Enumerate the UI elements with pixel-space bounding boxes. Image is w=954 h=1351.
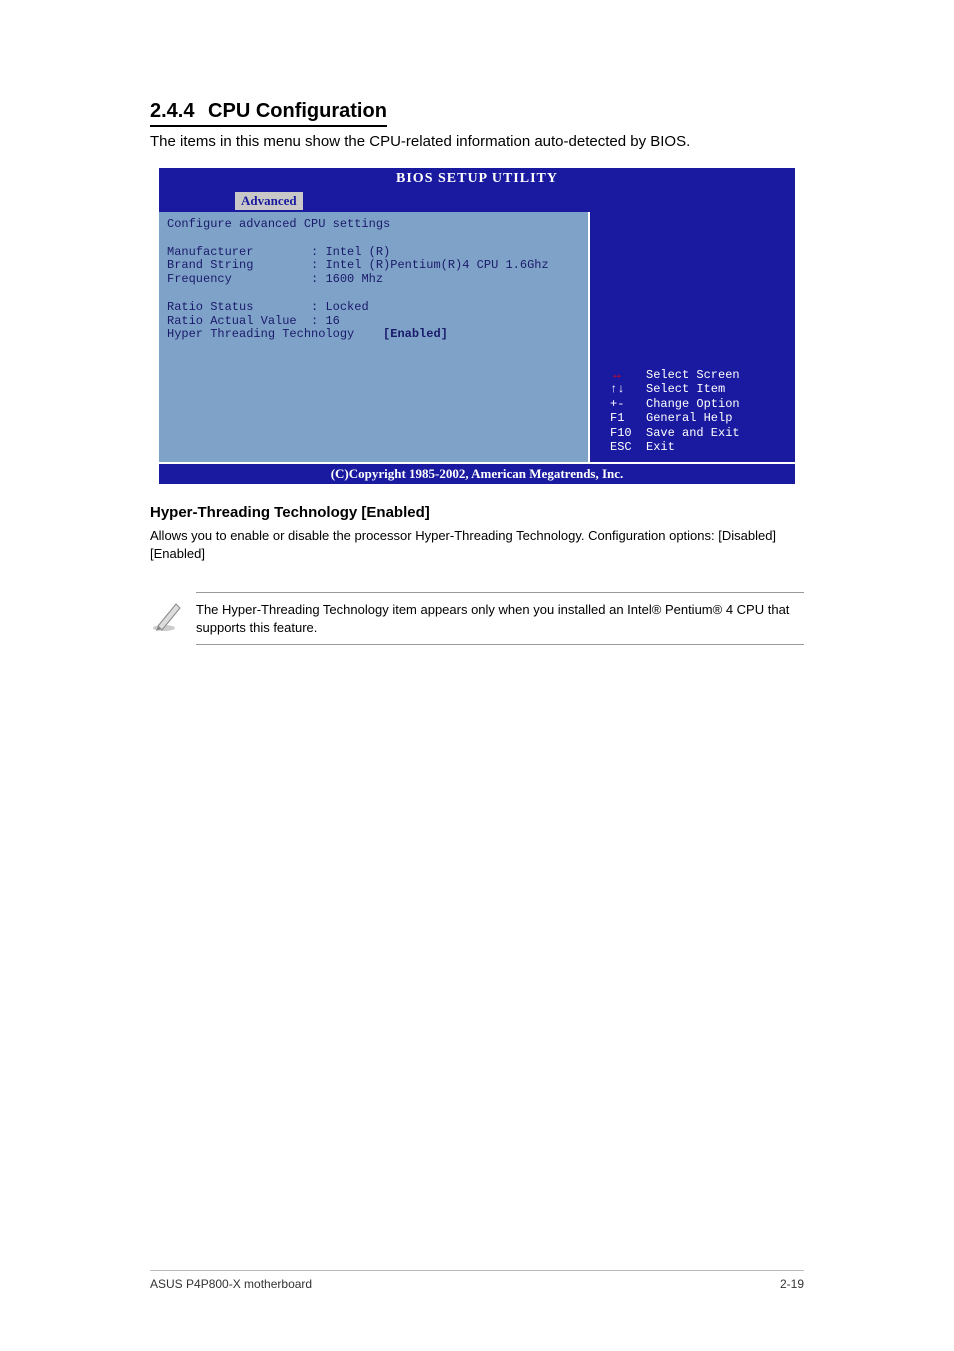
bios-nav-exit: Exit [646,440,675,454]
bios-ratio-status-value: Locked [325,300,368,314]
bios-ratio-actual-label: Ratio Actual Value [167,314,297,328]
note-block: The Hyper-Threading Technology item appe… [150,592,804,653]
bios-nav-change-key: +- [610,397,646,411]
bios-manufacturer-label: Manufacturer [167,245,253,259]
bios-manufacturer-value: Intel (R) [325,245,390,259]
bios-footer: (C)Copyright 1985-2002, American Megatre… [159,464,795,484]
bios-ratio-actual-value: 16 [325,314,339,328]
footer-right: 2-19 [780,1277,804,1291]
bios-brand-label: Brand String [167,258,253,272]
arrow-left-right-icon: ↔ [610,368,624,382]
bios-brand-value: Intel (R)Pentium(R)4 CPU 1.6Ghz [325,258,548,272]
bios-nav-help: ↔ Select Screen ↑↓ Select Item +- Change… [590,368,795,454]
bios-nav-item: Select Item [646,382,725,396]
footer-left: ASUS P4P800-X motherboard [150,1277,312,1291]
option-heading: Hyper-Threading Technology [Enabled] [150,504,804,521]
section-number: 2.4.4 [150,100,194,122]
bios-main-panel: Configure advanced CPU settings Manufact… [159,212,590,464]
bios-ht-label: Hyper Threading Technology [167,327,354,341]
bios-nav-save: Save and Exit [646,426,740,440]
bios-ht-value: [Enabled] [383,327,448,341]
bios-nav-help-key: F1 [610,411,646,425]
bios-freq-label: Frequency [167,272,232,286]
bios-heading: Configure advanced CPU settings [167,217,390,231]
bios-screenshot: BIOS SETUP UTILITY Advanced Configure ad… [159,168,795,484]
note-text: The Hyper-Threading Technology item appe… [196,601,804,644]
bios-tab-advanced: Advanced [235,192,303,210]
bios-title: BIOS SETUP UTILITY [159,168,795,190]
section-title: CPU Configuration [208,100,387,122]
bios-freq-value: 1600 Mhz [325,272,383,286]
arrow-up-down-icon: ↑↓ [610,382,624,396]
bios-nav-screen: Select Screen [646,368,740,382]
bios-nav-exit-key: ESC [610,440,646,454]
bios-nav-help-text: General Help [646,411,732,425]
bios-nav-change: Change Option [646,397,740,411]
bios-nav-save-key: F10 [610,426,646,440]
bios-tab-row: Advanced [159,190,795,212]
note-pen-icon [150,592,196,639]
option-body: Allows you to enable or disable the proc… [150,527,804,562]
section-heading: 2.4.4 CPU Configuration [150,100,804,127]
bios-side-panel: ↔ Select Screen ↑↓ Select Item +- Change… [590,212,795,464]
section-description: The items in this menu show the CPU-rela… [150,133,804,150]
page-footer: ASUS P4P800-X motherboard 2-19 [150,1270,804,1291]
bios-ratio-status-label: Ratio Status [167,300,253,314]
